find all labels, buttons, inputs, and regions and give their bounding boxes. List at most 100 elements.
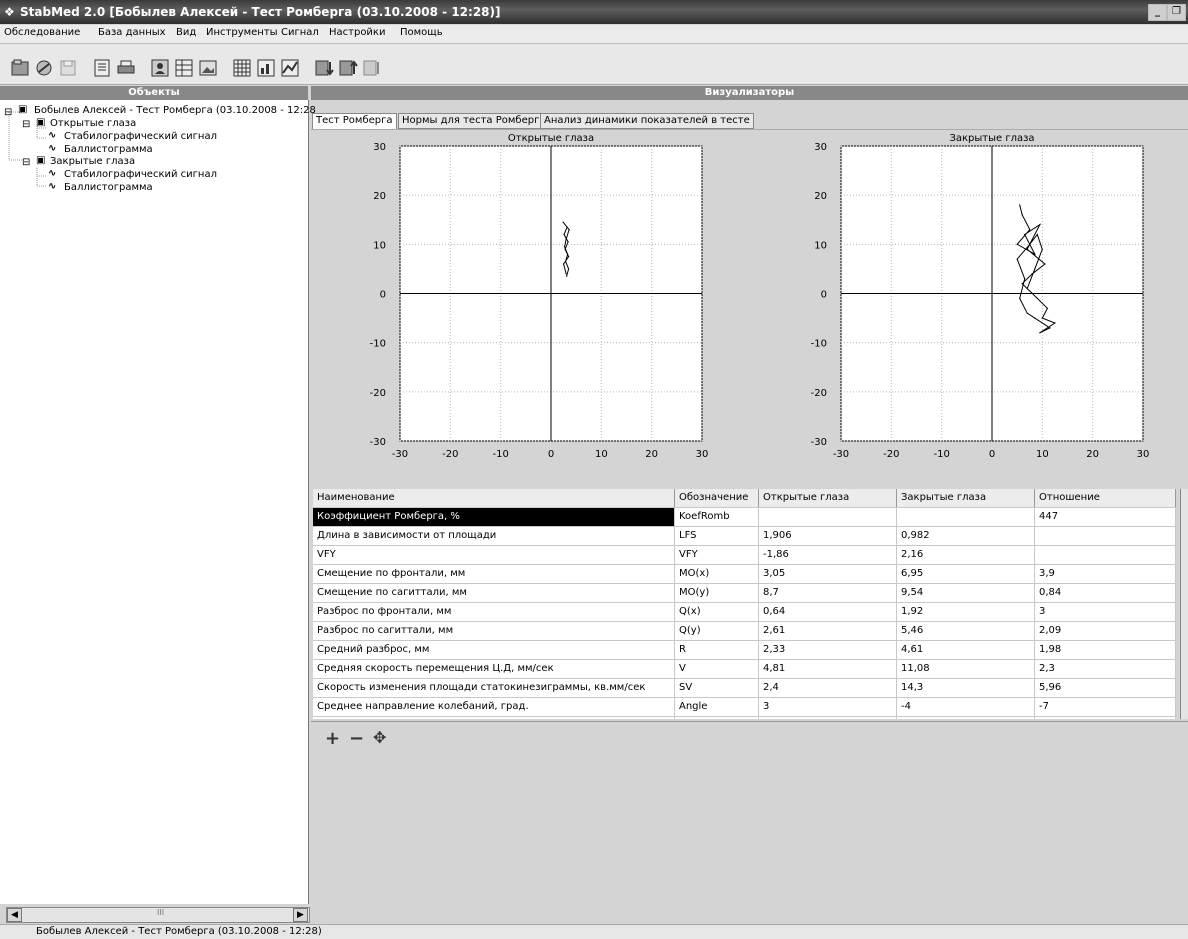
table-cell: Смещение по сагиттали, мм	[313, 584, 675, 602]
table-cell: 5,46	[897, 622, 1035, 640]
table-cell: 149,4	[897, 717, 1035, 719]
table-cell: 5,96	[1035, 679, 1176, 697]
tab-romberg-test[interactable]: Тест Ромберга	[312, 113, 397, 130]
y-tick-label: 20	[814, 191, 827, 202]
tree-item-stab-signal-1[interactable]: Стабилографический сигнал	[64, 131, 217, 142]
image-icon[interactable]	[34, 58, 54, 78]
x-tick-label: 0	[989, 449, 995, 460]
trace-point	[1021, 214, 1023, 216]
table-row[interactable]: Среднее направление колебаний, град. Angl…	[313, 698, 1176, 717]
menu-view[interactable]: Вид	[176, 27, 196, 38]
compare-icon[interactable]	[362, 58, 382, 78]
trace-point	[563, 233, 565, 236]
table-row[interactable]: Разброс по сагиттали, мм Q(y) 2,61 5,46 2,09	[313, 622, 1176, 641]
grid-icon[interactable]	[232, 58, 252, 78]
menu-database[interactable]: База данных	[98, 27, 166, 38]
trace-point	[1024, 233, 1026, 236]
tree-item-ballisto-1[interactable]: Баллистограмма	[64, 144, 153, 155]
vertical-scrollbar[interactable]	[1180, 489, 1188, 719]
menu-tools[interactable]: Инструменты	[206, 27, 278, 38]
open-icon[interactable]	[10, 58, 30, 78]
print-icon[interactable]	[116, 58, 136, 78]
import-icon[interactable]	[338, 58, 358, 78]
report-icon[interactable]	[92, 58, 112, 78]
signal-wave-icon: ∿	[48, 181, 57, 192]
y-tick-label: -10	[811, 339, 827, 350]
table-row[interactable]: Коэффициент Ромберга, % KoefRomb 447	[313, 508, 1176, 527]
window-title: StabMed 2.0 [Бобылев Алексей - Тест Ромб…	[20, 5, 501, 19]
trace-point	[568, 268, 570, 270]
table-icon[interactable]	[174, 58, 194, 78]
table-cell: Длина в зависимости от площади	[313, 527, 675, 545]
chart-icon[interactable]	[256, 58, 276, 78]
table-row[interactable]: VFY VFY -1,86 2,16	[313, 546, 1176, 565]
table-row[interactable]: Площадь эллипса, кв.ммEllS23,8149,46,28	[313, 717, 1176, 719]
menu-help[interactable]: Помощь	[400, 27, 443, 38]
trace-point	[566, 226, 568, 228]
x-tick-label: 30	[696, 449, 709, 460]
tab-dynamics-analysis[interactable]: Анализ динамики показателей в тесте	[540, 113, 754, 129]
tree-item-ballisto-2[interactable]: Баллистограмма	[64, 182, 153, 193]
trace-point	[565, 238, 567, 241]
table-row[interactable]: Смещение по сагиттали, мм MO(y) 8,7 9,54 0,8…	[313, 584, 1176, 603]
table-cell: Разброс по сагиттали, мм	[313, 622, 675, 640]
table-cell: Коэффициент Ромберга, %	[313, 508, 675, 526]
status-bar: Бобылев Алексей - Тест Ромберга (03.10.2…	[0, 924, 1188, 939]
table-row[interactable]: Разброс по фронтали, мм Q(x) 0,64 1,92 3	[313, 603, 1176, 622]
table-row[interactable]: Смещение по фронтали, мм MO(x) 3,05 6,95 3,9	[313, 565, 1176, 584]
restore-button[interactable]: ❐	[1167, 4, 1186, 21]
patient-icon[interactable]	[150, 58, 170, 78]
table-cell: 3	[1035, 603, 1176, 621]
tree-root[interactable]: Бобылев Алексей - Тест Ромберга (03.10.2…	[34, 105, 316, 116]
table-cell: 4,81	[759, 660, 897, 678]
table-cell: 3	[759, 698, 897, 716]
table-row[interactable]: Скорость изменения площади статокинезигр…	[313, 679, 1176, 698]
scroll-thumb-grip[interactable]: III	[157, 908, 164, 917]
horizontal-scrollbar[interactable]: ◀ III ▶	[6, 907, 310, 923]
save-icon[interactable]	[58, 58, 78, 78]
collapse-group1-icon[interactable]: ⊟	[22, 119, 30, 130]
collapse-root-icon[interactable]: ⊟	[4, 107, 12, 118]
y-tick-label: 20	[373, 191, 386, 202]
trace-point	[1026, 287, 1028, 290]
table-cell: Q(y)	[675, 622, 759, 640]
table-cell: 2,61	[759, 622, 897, 640]
photo-icon[interactable]	[198, 58, 218, 78]
collapse-group2-icon[interactable]: ⊟	[22, 157, 30, 168]
scroll-right-arrow-icon[interactable]: ▶	[293, 908, 308, 922]
trace-point	[562, 221, 564, 223]
y-tick-label: -20	[811, 388, 827, 399]
tree-group-closed-eyes[interactable]: Закрытые глаза	[50, 156, 135, 167]
trace-point	[1039, 224, 1041, 226]
tab-romberg-norms[interactable]: Нормы для теста Ромберга	[398, 113, 550, 129]
add-icon[interactable]: +	[325, 728, 340, 749]
menu-settings[interactable]: Настройки	[329, 27, 385, 38]
export-icon[interactable]	[314, 58, 334, 78]
menu-signal[interactable]: Сигнал	[281, 27, 319, 38]
table-cell: 2,4	[759, 679, 897, 697]
trace-point	[567, 253, 569, 255]
table-cell: VFY	[675, 546, 759, 564]
table-row[interactable]: Длина в зависимости от площади LFS 1,906 0,…	[313, 527, 1176, 546]
table-row[interactable]: Средний разброс, мм R 2,33 4,61 1,98	[313, 641, 1176, 660]
minimize-button[interactable]: _	[1148, 4, 1167, 21]
line-chart-icon[interactable]	[280, 58, 300, 78]
table-cell: -1,86	[759, 546, 897, 564]
tree-group-open-eyes[interactable]: Открытые глаза	[50, 118, 136, 129]
scroll-left-arrow-icon[interactable]: ◀	[7, 908, 22, 922]
empty-area	[311, 756, 1188, 906]
menu-examination[interactable]: Обследование	[4, 27, 80, 38]
tree-item-stab-signal-2[interactable]: Стабилографический сигнал	[64, 169, 217, 180]
table-header-row[interactable]: Наименование Обозначение Открытые глаза Зак…	[313, 489, 1176, 508]
trace-point	[1016, 258, 1018, 260]
y-tick-label: 10	[814, 240, 827, 251]
table-row[interactable]: Средняя скорость перемещения Ц.Д, мм/сек…	[313, 660, 1176, 679]
bottom-toolbar: + − ✥	[311, 721, 1188, 756]
table-cell: 2,09	[1035, 622, 1176, 640]
remove-icon[interactable]: −	[349, 728, 364, 749]
table-cell: 23,8	[759, 717, 897, 719]
y-tick-label: -20	[370, 388, 386, 399]
column-header: Отношение	[1035, 489, 1176, 507]
trace-point	[1024, 278, 1026, 280]
move-icon[interactable]: ✥	[373, 728, 386, 747]
